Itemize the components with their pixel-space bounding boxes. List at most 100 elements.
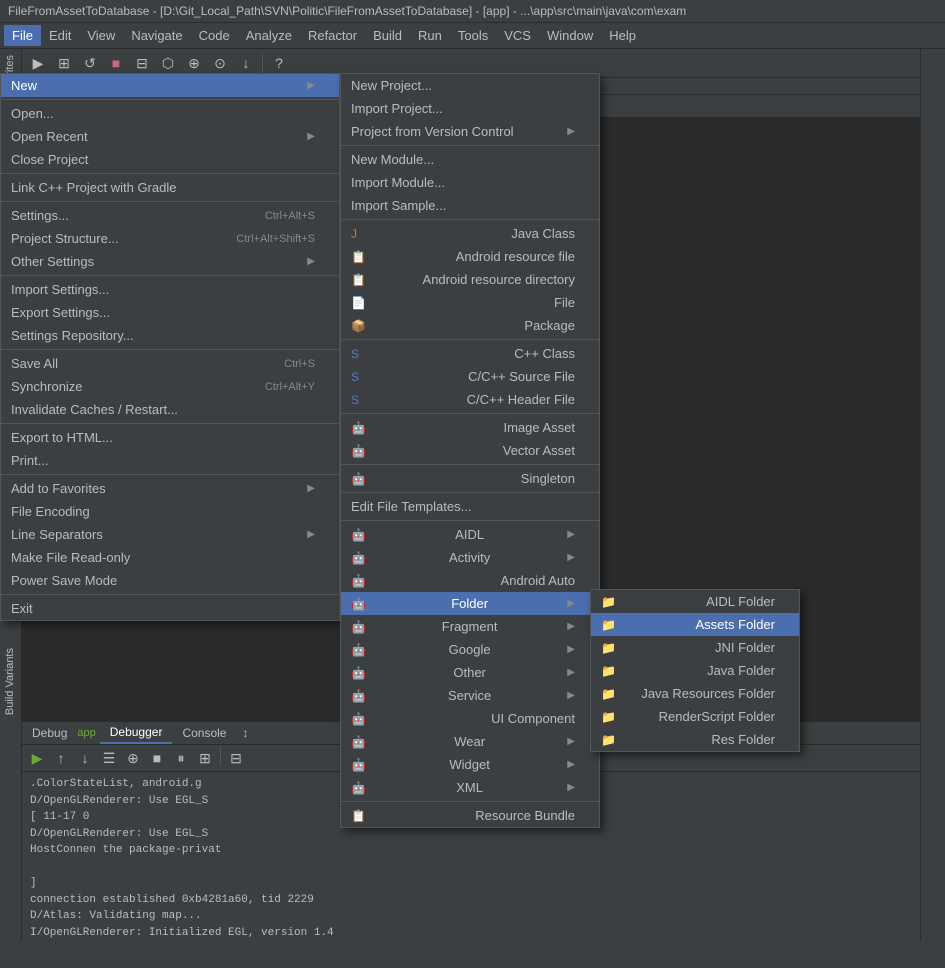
toolbar-btn-1[interactable]: ▶ (26, 51, 50, 75)
file-menu-save-all[interactable]: Save All Ctrl+S (1, 352, 339, 375)
new-submenu-vector-asset[interactable]: 🤖 Vector Asset (341, 439, 599, 462)
menu-vcs[interactable]: VCS (496, 25, 539, 46)
new-submenu-google[interactable]: 🤖 Google ▶ (341, 638, 599, 661)
new-submenu-import-sample[interactable]: Import Sample... (341, 194, 599, 217)
file-menu-open-recent[interactable]: Open Recent ▶ (1, 125, 339, 148)
file-menu-print[interactable]: Print... (1, 449, 339, 472)
new-submenu[interactable]: New Project... Import Project... Project… (340, 73, 600, 828)
debug-down-btn[interactable]: ↓ (74, 747, 96, 769)
file-menu-power-save[interactable]: Power Save Mode (1, 569, 339, 592)
file-menu-export-settings[interactable]: Export Settings... (1, 301, 339, 324)
debug-extra-btn[interactable]: ⊟ (225, 747, 247, 769)
debug-stop-btn[interactable]: ■ (146, 747, 168, 769)
debug-up-btn[interactable]: ↑ (50, 747, 72, 769)
file-menu-link-cpp[interactable]: Link C++ Project with Gradle (1, 176, 339, 199)
file-menu-other-settings[interactable]: Other Settings ▶ (1, 250, 339, 273)
toolbar-btn-6[interactable]: ⬡ (156, 51, 180, 75)
file-menu-exit[interactable]: Exit (1, 597, 339, 620)
new-submenu-other[interactable]: 🤖 Other ▶ (341, 661, 599, 684)
file-menu-import-settings[interactable]: Import Settings... (1, 278, 339, 301)
new-submenu-resource-bundle[interactable]: 📋 Resource Bundle (341, 804, 599, 827)
file-menu-close[interactable]: Close Project (1, 148, 339, 171)
menu-help[interactable]: Help (601, 25, 644, 46)
file-menu-synchronize[interactable]: Synchronize Ctrl+Alt+Y (1, 375, 339, 398)
new-submenu-file[interactable]: 📄 File (341, 291, 599, 314)
file-menu-invalidate[interactable]: Invalidate Caches / Restart... (1, 398, 339, 421)
new-submenu-java-class[interactable]: J Java Class (341, 222, 599, 245)
file-menu-new[interactable]: New ▶ (1, 74, 339, 97)
menu-navigate[interactable]: Navigate (123, 25, 190, 46)
toolbar-btn-help[interactable]: ? (267, 51, 291, 75)
new-submenu-cpp-header[interactable]: S C/C++ Header File (341, 388, 599, 411)
new-submenu-image-asset[interactable]: 🤖 Image Asset (341, 416, 599, 439)
folder-submenu-renderscript[interactable]: 📁 RenderScript Folder (591, 705, 799, 728)
folder-submenu-aidl[interactable]: 📁 AIDL Folder (591, 590, 799, 613)
file-menu-open[interactable]: Open... (1, 102, 339, 125)
debug-run-btn[interactable]: ▶ (26, 747, 48, 769)
new-submenu-service[interactable]: 🤖 Service ▶ (341, 684, 599, 707)
debug-tab-extra[interactable]: ↕ (236, 723, 254, 743)
new-submenu-import-project[interactable]: Import Project... (341, 97, 599, 120)
menu-window[interactable]: Window (539, 25, 601, 46)
menu-build[interactable]: Build (365, 25, 410, 46)
new-submenu-android-resource-file[interactable]: 📋 Android resource file (341, 245, 599, 268)
new-submenu-ui-component[interactable]: 🤖 UI Component (341, 707, 599, 730)
new-submenu-import-module[interactable]: Import Module... (341, 171, 599, 194)
new-submenu-android-resource-dir[interactable]: 📋 Android resource directory (341, 268, 599, 291)
new-submenu-widget[interactable]: 🤖 Widget ▶ (341, 753, 599, 776)
toolbar-btn-9[interactable]: ↓ (234, 51, 258, 75)
file-menu-settings-repo[interactable]: Settings Repository... (1, 324, 339, 347)
debug-filter-btn[interactable]: ⊕ (122, 747, 144, 769)
toolbar-btn-3[interactable]: ↺ (78, 51, 102, 75)
new-submenu-activity[interactable]: 🤖 Activity ▶ (341, 546, 599, 569)
new-submenu-xml[interactable]: 🤖 XML ▶ (341, 776, 599, 799)
menu-tools[interactable]: Tools (450, 25, 496, 46)
build-variants-label[interactable]: Build Variants (0, 642, 20, 721)
debug-list-btn[interactable]: ☰ (98, 747, 120, 769)
toolbar-btn-8[interactable]: ⊙ (208, 51, 232, 75)
new-submenu-project-vcs[interactable]: Project from Version Control ▶ (341, 120, 599, 143)
file-menu-file-encoding[interactable]: File Encoding (1, 500, 339, 523)
menu-view[interactable]: View (79, 25, 123, 46)
menu-edit[interactable]: Edit (41, 25, 79, 46)
menu-file[interactable]: File (4, 25, 41, 46)
folder-submenu-assets[interactable]: 📁 Assets Folder (591, 613, 799, 636)
new-submenu-android-auto[interactable]: 🤖 Android Auto (341, 569, 599, 592)
file-menu-project-structure[interactable]: Project Structure... Ctrl+Alt+Shift+S (1, 227, 339, 250)
new-submenu-fragment[interactable]: 🤖 Fragment ▶ (341, 615, 599, 638)
debug-tab-console[interactable]: Console (172, 723, 236, 743)
file-menu-print-label: Print... (11, 453, 49, 468)
file-menu-add-favorites[interactable]: Add to Favorites ▶ (1, 477, 339, 500)
folder-submenu[interactable]: 📁 AIDL Folder 📁 Assets Folder 📁 JNI Fold… (590, 589, 800, 752)
file-menu-make-readonly[interactable]: Make File Read-only (1, 546, 339, 569)
new-submenu-folder[interactable]: 🤖 Folder ▶ (341, 592, 599, 615)
menu-run[interactable]: Run (410, 25, 450, 46)
new-submenu-cpp-source[interactable]: S C/C++ Source File (341, 365, 599, 388)
file-dropdown[interactable]: New ▶ Open... Open Recent ▶ Close Projec… (0, 73, 340, 621)
new-submenu-aidl[interactable]: 🤖 AIDL ▶ (341, 523, 599, 546)
menu-analyze[interactable]: Analyze (238, 25, 300, 46)
file-menu-export-html[interactable]: Export to HTML... (1, 426, 339, 449)
new-submenu-wear[interactable]: 🤖 Wear ▶ (341, 730, 599, 753)
folder-submenu-java-resources[interactable]: 📁 Java Resources Folder (591, 682, 799, 705)
new-submenu-edit-templates[interactable]: Edit File Templates... (341, 495, 599, 518)
new-submenu-cpp-class[interactable]: S C++ Class (341, 342, 599, 365)
debug-tab-debugger[interactable]: Debugger (100, 722, 173, 744)
folder-submenu-jni[interactable]: 📁 JNI Folder (591, 636, 799, 659)
toolbar-btn-2[interactable]: ⊞ (52, 51, 76, 75)
new-submenu-package[interactable]: 📦 Package (341, 314, 599, 337)
new-submenu-singleton[interactable]: 🤖 Singleton (341, 467, 599, 490)
menu-code[interactable]: Code (191, 25, 238, 46)
debug-step-btn[interactable]: ⊞ (194, 747, 216, 769)
toolbar-btn-7[interactable]: ⊕ (182, 51, 206, 75)
new-submenu-new-module[interactable]: New Module... (341, 148, 599, 171)
toolbar-btn-stop[interactable]: ■ (104, 51, 128, 75)
file-menu-settings[interactable]: Settings... Ctrl+Alt+S (1, 204, 339, 227)
file-menu-line-separators[interactable]: Line Separators ▶ (1, 523, 339, 546)
new-submenu-new-project[interactable]: New Project... (341, 74, 599, 97)
debug-pause-btn[interactable]: ⏸ (170, 747, 192, 769)
menu-refactor[interactable]: Refactor (300, 25, 365, 46)
folder-submenu-java[interactable]: 📁 Java Folder (591, 659, 799, 682)
toolbar-btn-5[interactable]: ⊟ (130, 51, 154, 75)
folder-submenu-res[interactable]: 📁 Res Folder (591, 728, 799, 751)
